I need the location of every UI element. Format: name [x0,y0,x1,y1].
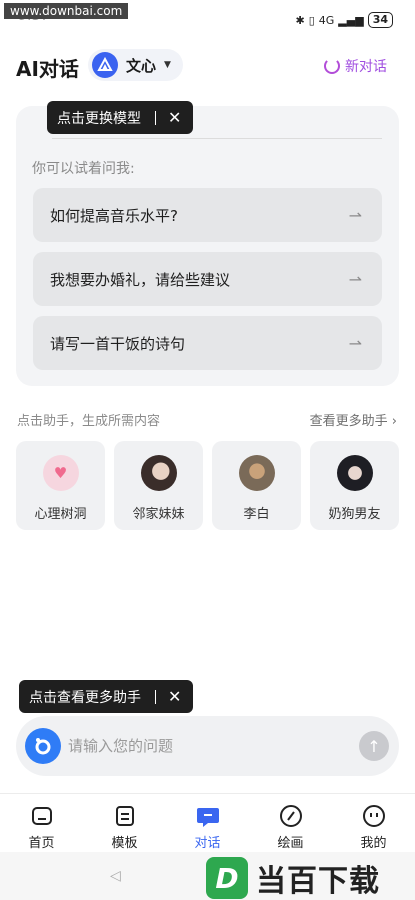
template-icon [112,803,138,828]
tooltip-text: 点击查看更多助手 [29,689,141,706]
assistants-header: 点击助手，生成所需内容 查看更多助手 › [17,410,397,429]
heart-avatar-icon: ♥ [42,455,79,491]
back-triangle-icon[interactable]: ◁ [110,868,121,884]
assistants-title: 点击助手，生成所需内容 [17,414,161,429]
close-icon[interactable]: ✕ [168,688,181,705]
new-chat-label: 新对话 [345,59,387,75]
suggestion-item[interactable]: 我想要办婚礼，请给些建议 ⇀ [33,252,382,306]
network-label: 4G [318,13,335,27]
avatar [238,455,275,491]
bottom-tab-bar: 首页 模板 对话 绘画 我的 [0,793,415,851]
assistant-card[interactable]: 邻家妹妹 [114,441,203,530]
assistants-tooltip: 点击查看更多助手 ✕ [19,680,194,713]
send-button[interactable]: ↑ [359,731,389,761]
suggestion-text: 我想要办婚礼，请给些建议 [50,270,231,289]
assistant-name: 心理树洞 [34,507,87,522]
assistants-row: ♥ 心理树洞 邻家妹妹 李白 奶狗男友 [16,441,401,530]
suggestion-card: 你可以试着问我: 如何提高音乐水平? ⇀ 我想要办婚礼，请给些建议 ⇀ 请写一首… [16,106,399,386]
question-input[interactable] [68,730,338,762]
tab-chat[interactable]: 对话 [166,794,249,851]
arrow-right-icon: ⇀ [348,333,362,353]
tab-label: 首页 [28,836,55,851]
tab-home[interactable]: 首页 [0,794,83,851]
header: AI对话 文心 ▼ 新对话 [0,46,415,86]
home-icon [29,803,55,828]
arrow-right-icon: ⇀ [348,269,362,289]
tab-label: 绘画 [277,836,304,851]
brand-text: 当百下载 [256,864,380,899]
refresh-icon [324,58,340,74]
close-icon[interactable]: ✕ [168,109,181,126]
avatar [140,455,177,491]
suggestion-item[interactable]: 请写一首干饭的诗句 ⇀ [33,316,382,370]
tooltip-text: 点击更换模型 [57,110,141,127]
vibrate-icon: ▯ [308,13,315,27]
assistant-name: 奶狗男友 [328,507,381,522]
more-assistants-label: 查看更多助手 [309,414,388,429]
assistant-name: 邻家妹妹 [132,507,185,522]
suggestion-text: 请写一首干饭的诗句 [50,334,186,353]
battery-indicator: 34 [367,12,393,28]
suggestion-text: 如何提高音乐水平? [50,206,178,225]
page-title: AI对话 [16,57,79,81]
new-chat-button[interactable]: 新对话 [324,56,387,76]
arrow-right-icon: ⇀ [348,205,362,225]
brand-logo: D [206,857,248,899]
tab-label: 对话 [194,836,221,851]
model-selector[interactable]: 文心 ▼ [88,49,183,81]
assistant-logo-icon[interactable] [25,728,61,764]
draw-icon [278,803,304,828]
assistant-card[interactable]: ♥ 心理树洞 [16,441,105,530]
chat-input-bar: ↑ [16,716,399,776]
tab-draw[interactable]: 绘画 [249,794,332,851]
caret-down-icon: ▼ [164,60,171,70]
model-tooltip: 点击更换模型 ✕ [47,101,194,134]
status-bar: 9:37 www.downbai.com ✱ ▯ 4G ▂▄▆ 34 [0,0,415,40]
chat-icon [195,803,221,828]
status-icons: ✱ ▯ 4G ▂▄▆ 34 [295,12,393,28]
tab-profile[interactable]: 我的 [332,794,415,851]
tab-template[interactable]: 模板 [83,794,166,851]
tooltip-separator [155,689,156,704]
model-name: 文心 [126,56,157,75]
profile-icon [361,803,387,828]
brand-watermark: D 当百下载 [206,856,380,900]
tab-label: 我的 [360,836,387,851]
signal-icon: ▂▄▆ [338,13,364,27]
assistant-card[interactable]: 李白 [212,441,301,530]
more-assistants-link[interactable]: 查看更多助手 › [310,410,397,429]
watermark: www.downbai.com [4,3,129,19]
assistant-card[interactable]: 奶狗男友 [310,441,399,530]
tooltip-separator [155,110,156,125]
arrow-up-icon: ↑ [367,736,381,756]
bluetooth-icon: ✱ [295,13,305,27]
model-logo-icon [92,52,118,78]
divider [52,138,382,139]
avatar [336,455,373,491]
chevron-right-icon: › [391,414,397,429]
suggestion-item[interactable]: 如何提高音乐水平? ⇀ [33,188,382,242]
system-nav-bar: ◁ D 当百下载 [0,852,415,900]
tab-label: 模板 [111,836,138,851]
assistant-name: 李白 [243,507,270,522]
suggestion-prompt-label: 你可以试着问我: [32,161,135,177]
